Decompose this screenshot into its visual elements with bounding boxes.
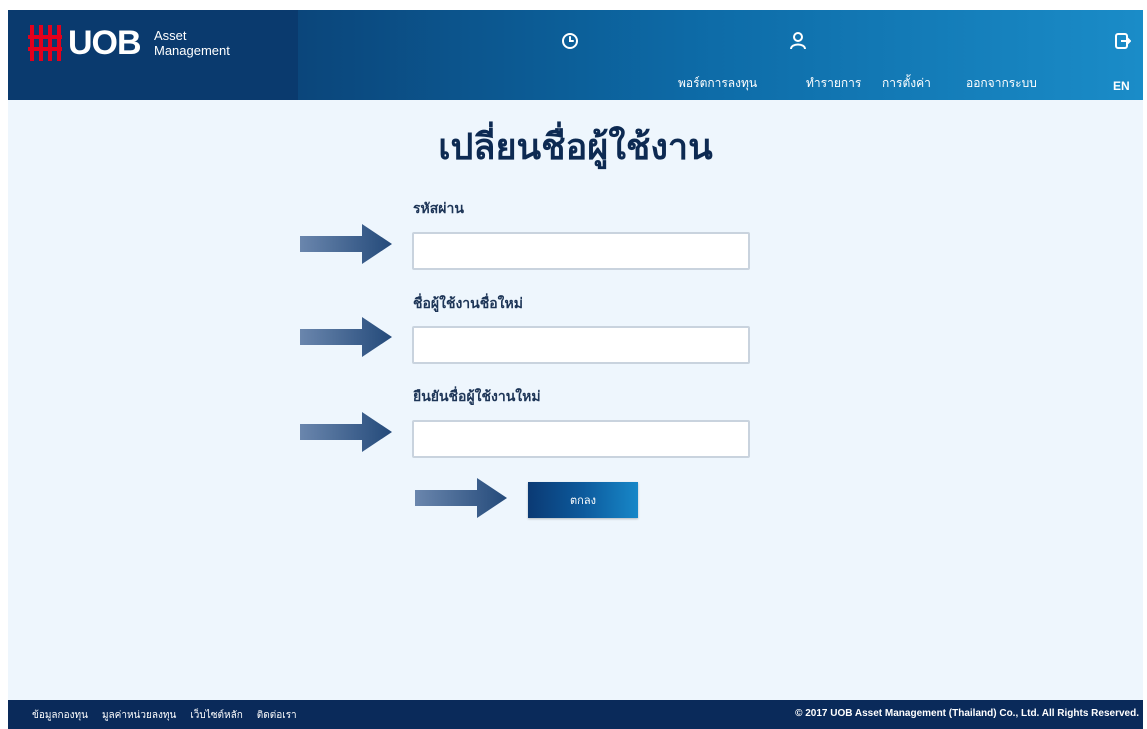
footer-link-main-site[interactable]: เว็บไซต์หลัก <box>190 708 242 723</box>
nav-portfolio[interactable]: พอร์ตการลงทุน <box>678 74 757 93</box>
nav-logout[interactable]: ออกจากระบบ <box>966 74 1037 93</box>
footer-link-fund-info[interactable]: ข้อมูลกองทุน <box>32 708 88 723</box>
footer-link-contact[interactable]: ติดต่อเรา <box>257 708 297 723</box>
password-input[interactable] <box>412 232 750 270</box>
confirm-username-input[interactable] <box>412 420 750 458</box>
confirm-username-label: ยืนยันชื่อผู้ใช้งานใหม่ <box>413 389 541 405</box>
footer: ข้อมูลกองทุน มูลค่าหน่วยลงทุน เว็บไซต์หล… <box>8 700 1143 729</box>
copyright-text: © 2017 UOB Asset Management (Thailand) C… <box>795 708 1139 719</box>
brand-sub-line1: Asset <box>154 28 187 43</box>
new-username-input[interactable] <box>412 326 750 364</box>
logout-icon[interactable] <box>1115 33 1131 49</box>
arrow-pointer-icon <box>300 412 392 452</box>
brand-name: UOB <box>68 24 142 62</box>
logo[interactable]: UOB Asset Management <box>8 10 298 100</box>
footer-link-nav[interactable]: มูลค่าหน่วยลงทุน <box>102 708 176 723</box>
arrow-pointer-icon <box>300 224 392 264</box>
user-icon[interactable] <box>789 31 807 51</box>
app-frame: UOB Asset Management พอร์ตการลงทุน ทำราย… <box>8 10 1143 729</box>
arrow-pointer-icon <box>300 317 392 357</box>
submit-button[interactable]: ตกลง <box>528 482 638 518</box>
footer-links: ข้อมูลกองทุน มูลค่าหน่วยลงทุน เว็บไซต์หล… <box>32 708 297 723</box>
new-username-label: ชื่อผู้ใช้งานชื่อใหม่ <box>413 296 523 312</box>
brand-subtitle: Asset Management <box>154 28 230 58</box>
language-toggle[interactable]: EN <box>1113 79 1130 93</box>
uob-logo-icon <box>28 25 62 61</box>
clock-icon[interactable] <box>561 32 579 50</box>
nav-transaction[interactable]: ทำรายการ <box>806 74 861 93</box>
brand-sub-line2: Management <box>154 43 230 58</box>
password-label: รหัสผ่าน <box>413 201 464 217</box>
header: UOB Asset Management พอร์ตการลงทุน ทำราย… <box>8 10 1143 100</box>
page-title: เปลี่ยนชื่อผู้ใช้งาน <box>438 127 713 168</box>
arrow-pointer-icon <box>415 478 507 518</box>
nav-settings[interactable]: การตั้งค่า <box>882 74 931 93</box>
